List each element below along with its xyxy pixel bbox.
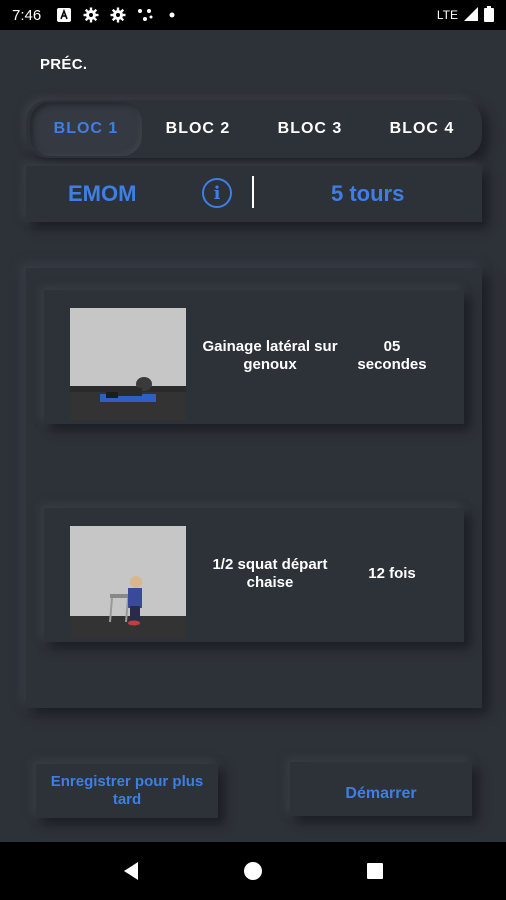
tab-bloc-4[interactable]: BLOC 4 bbox=[366, 102, 478, 156]
gear-icon bbox=[82, 6, 100, 24]
tab-bloc-2[interactable]: BLOC 2 bbox=[142, 102, 254, 156]
start-button[interactable]: Démarrer bbox=[290, 762, 472, 816]
workout-type: EMOM bbox=[68, 181, 137, 206]
navigation-bar bbox=[0, 842, 506, 900]
tab-bloc-3[interactable]: BLOC 3 bbox=[254, 102, 366, 156]
squat-thumbnail bbox=[70, 526, 186, 638]
info-icon[interactable]: i bbox=[202, 178, 232, 208]
gear-icon bbox=[109, 6, 127, 24]
status-time: 7:46 bbox=[12, 6, 42, 24]
bloc-tabs: BLOC 1 BLOC 2 BLOC 3 BLOC 4 bbox=[26, 100, 482, 158]
exercise-card[interactable]: 1/2 squat départ chaise 12 fois bbox=[44, 508, 464, 642]
signal-icon bbox=[464, 6, 478, 24]
exercise-name: 1/2 squat départ chaise bbox=[212, 556, 328, 591]
nodes-icon bbox=[136, 6, 154, 24]
tab-bloc-1[interactable]: BLOC 1 bbox=[30, 102, 142, 156]
home-circle-icon[interactable] bbox=[233, 851, 273, 891]
exercise-quantity: 12 fois bbox=[368, 565, 416, 582]
dot-icon bbox=[163, 6, 181, 24]
android-notification-icon bbox=[55, 6, 73, 24]
back-triangle-icon[interactable] bbox=[111, 851, 151, 891]
exercise-card[interactable]: Gainage latéral sur genoux 05 secondes bbox=[44, 290, 464, 424]
back-button[interactable]: PRÉC. bbox=[40, 56, 87, 73]
plank-thumbnail bbox=[70, 308, 186, 420]
save-for-later-button[interactable]: Enregistrer pour plus tard bbox=[36, 764, 218, 818]
workout-summary-card: EMOM i 5 tours bbox=[26, 166, 482, 222]
recents-square-icon[interactable] bbox=[355, 851, 395, 891]
battery-icon bbox=[484, 5, 494, 25]
divider bbox=[252, 176, 254, 208]
status-bar: 7:46 LTE bbox=[0, 0, 506, 30]
workout-rounds: 5 tours bbox=[331, 181, 405, 206]
exercise-list-panel: Gainage latéral sur genoux 05 secondes 1… bbox=[26, 268, 482, 708]
network-type: LTE bbox=[436, 8, 458, 22]
exercise-quantity: 05 secondes bbox=[357, 338, 427, 373]
exercise-name: Gainage latéral sur genoux bbox=[202, 338, 338, 373]
